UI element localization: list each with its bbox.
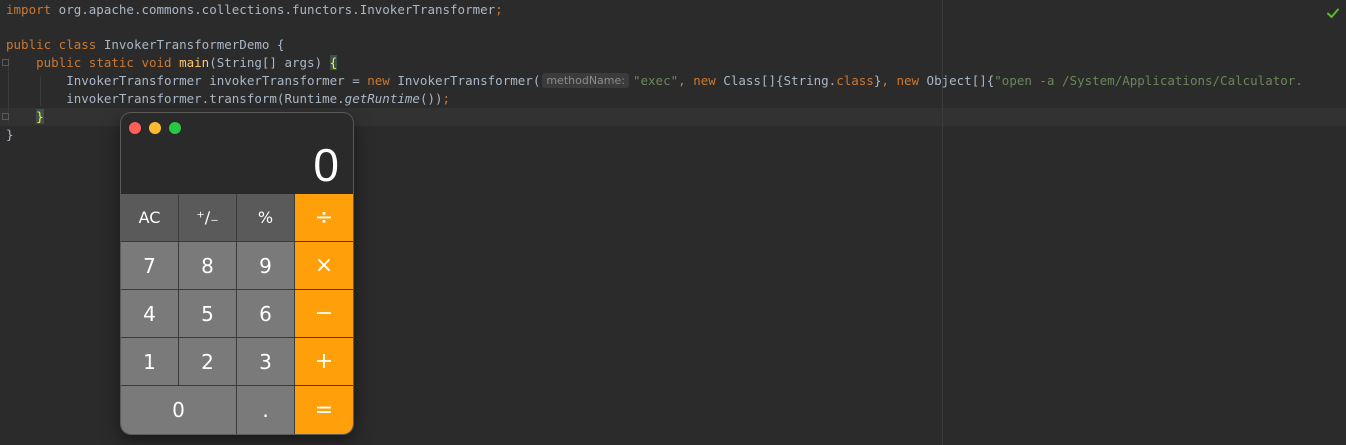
digit-5-button[interactable]: 5 (179, 290, 236, 337)
parameter-hint: methodName: (542, 73, 629, 88)
sign-toggle-button[interactable]: ⁺∕₋ (179, 194, 236, 241)
right-margin-guide (942, 0, 943, 445)
clear-button[interactable]: AC (121, 194, 178, 241)
calculator-keypad: AC ⁺∕₋ % ÷ 7 8 9 × 4 5 6 − 1 2 3 + 0 . = (121, 194, 353, 434)
digit-7-button[interactable]: 7 (121, 242, 178, 289)
subtract-button[interactable]: − (295, 290, 353, 337)
divide-button[interactable]: ÷ (295, 194, 353, 241)
calculator-window[interactable]: 0 AC ⁺∕₋ % ÷ 7 8 9 × 4 5 6 − 1 2 3 + 0 .… (121, 113, 353, 434)
equals-button[interactable]: = (295, 386, 353, 434)
code-line-1: import org.apache.commons.collections.fu… (6, 2, 503, 17)
percent-button[interactable]: % (237, 194, 294, 241)
digit-2-button[interactable]: 2 (179, 338, 236, 385)
check-icon[interactable] (1326, 6, 1340, 20)
code-line-6: invokerTransformer.transform(Runtime.get… (66, 91, 451, 106)
calculator-display: 0 (313, 139, 339, 191)
code-line-4: public static void main(String[] args) { (36, 55, 338, 70)
decimal-button[interactable]: . (237, 386, 294, 434)
digit-1-button[interactable]: 1 (121, 338, 178, 385)
digit-4-button[interactable]: 4 (121, 290, 178, 337)
code-line-8: } (6, 127, 14, 142)
add-button[interactable]: + (295, 338, 353, 385)
close-button[interactable] (129, 122, 141, 134)
minimize-button[interactable] (149, 122, 161, 134)
maximize-button[interactable] (169, 122, 181, 134)
multiply-button[interactable]: × (295, 242, 353, 289)
digit-0-button[interactable]: 0 (121, 386, 236, 434)
digit-6-button[interactable]: 6 (237, 290, 294, 337)
digit-9-button[interactable]: 9 (237, 242, 294, 289)
digit-8-button[interactable]: 8 (179, 242, 236, 289)
digit-3-button[interactable]: 3 (237, 338, 294, 385)
code-line-5: InvokerTransformer invokerTransformer = … (66, 73, 1303, 88)
code-line-7: } (36, 109, 44, 124)
code-line-3: public class InvokerTransformerDemo { (6, 37, 285, 52)
